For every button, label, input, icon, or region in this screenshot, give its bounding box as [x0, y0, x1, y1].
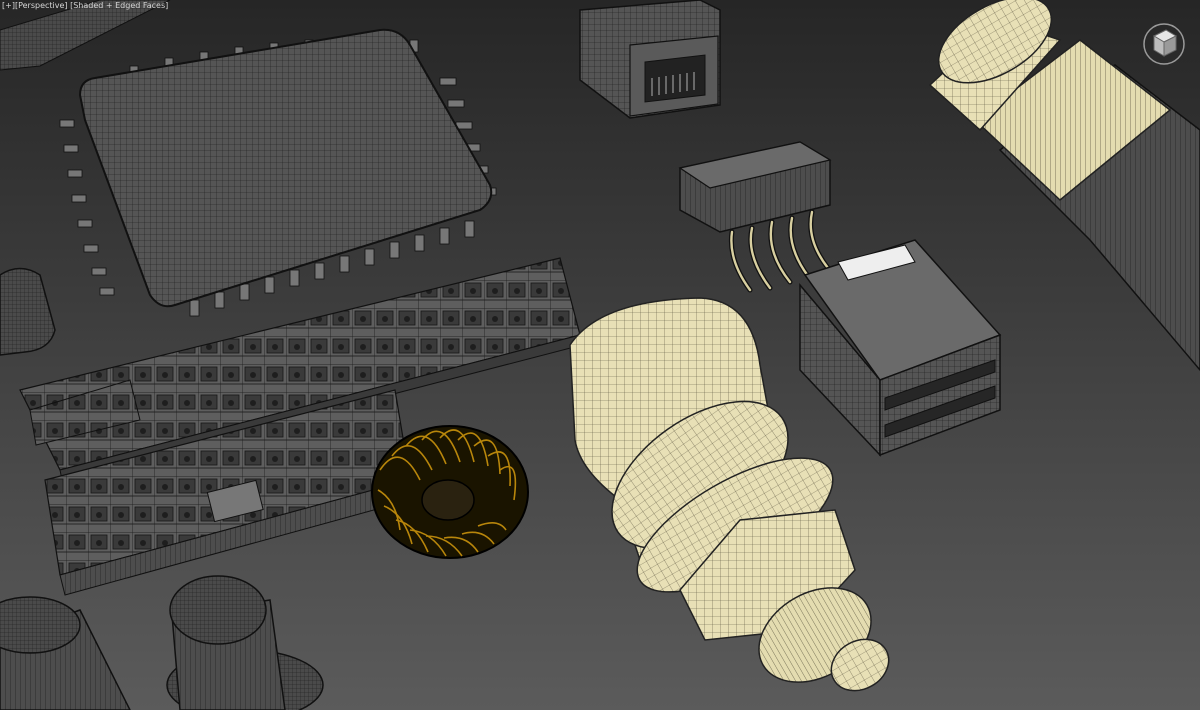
viewport-perspective[interactable]: [+][Perspective] [Shaded + Edged Faces]: [0, 0, 1200, 710]
scene-canvas[interactable]: [0, 0, 1200, 710]
viewport-label: [+][Perspective] [Shaded + Edged Faces]: [2, 1, 168, 11]
shading-mode-button[interactable]: [Shaded + Edged Faces]: [70, 1, 168, 10]
viewport-menu-button[interactable]: [+]: [2, 1, 15, 10]
viewcube-icon[interactable]: [1140, 18, 1188, 66]
toroid-inductor-model: [371, 425, 529, 559]
view-mode-button[interactable]: [Perspective]: [15, 1, 68, 10]
